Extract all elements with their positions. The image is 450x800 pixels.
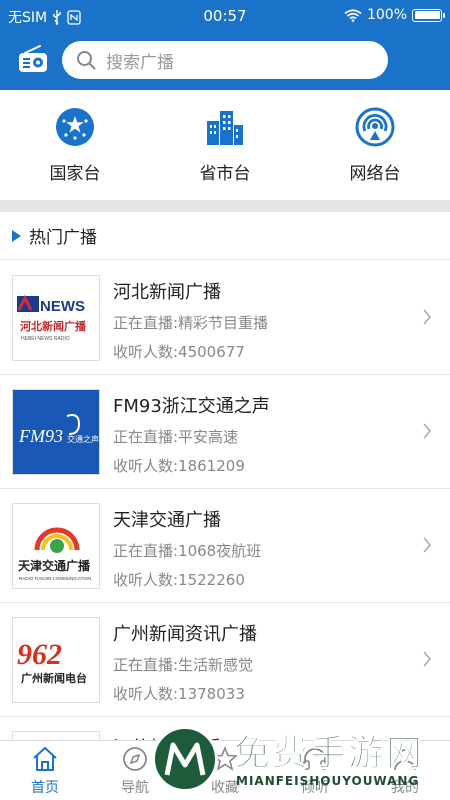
logo-sub: 广州新闻电台 (21, 671, 87, 685)
station-row[interactable]: 天津交通广播 RADIO TIANJIN COMMUNICATION 天津交通广… (0, 489, 450, 603)
category-label: 省市台 (199, 164, 251, 184)
buildings-icon (207, 111, 243, 145)
station-logo: 天津交通广播 RADIO TIANJIN COMMUNICATION (12, 503, 100, 589)
chevron-right-icon (423, 423, 431, 439)
station-row[interactable]: NEWS 河北新闻广播 HEBEI NEWS RADIO 河北新闻广播 正在直播… (0, 261, 450, 375)
watermark-logo (152, 726, 218, 792)
station-listeners: 收听人数:1378033 (113, 685, 245, 703)
battery-text: 100% (366, 7, 407, 23)
status-bar: 无SIM 00:57 100% (0, 0, 450, 30)
search-input[interactable]: 搜索广播 (62, 41, 388, 79)
logo-text: 962 (17, 638, 62, 671)
watermark-subtitle: MIANFEISHOUYOUWANG (236, 774, 420, 788)
tab-label: 首页 (31, 780, 59, 796)
status-right: 100% (344, 7, 445, 23)
fm93-logo: FM93 交通之声 (13, 390, 99, 474)
hebei-news-logo: NEWS 河北新闻广播 HEBEI NEWS RADIO (13, 276, 99, 360)
radio-icon[interactable] (18, 44, 48, 74)
station-row[interactable]: FM93 交通之声 FM93浙江交通之声 正在直播:平安高速 收听人数:1861… (0, 375, 450, 489)
category-network[interactable]: 网络台 (300, 90, 450, 200)
station-logo: NEWS 河北新闻广播 HEBEI NEWS RADIO (12, 275, 100, 361)
station-row[interactable]: 962 广州新闻电台 广州新闻资讯广播 正在直播:生活新感觉 收听人数:1378… (0, 603, 450, 717)
logo-text: FM93 (18, 426, 63, 446)
category-national[interactable]: 国家台 (0, 90, 150, 200)
station-list: NEWS 河北新闻广播 HEBEI NEWS RADIO 河北新闻广播 正在直播… (0, 261, 450, 800)
category-label: 网络台 (349, 164, 401, 184)
guangzhou-news-logo: 962 广州新闻电台 (13, 618, 99, 702)
search-icon (77, 51, 96, 70)
wifi-icon (344, 8, 362, 22)
station-name: 河北新闻广播 (113, 282, 221, 303)
station-name: 天津交通广播 (113, 510, 221, 531)
category-province-city[interactable]: 省市台 (150, 90, 300, 200)
chevron-right-icon (423, 537, 431, 553)
logo-caption: RADIO TIANJIN COMMUNICATION (19, 576, 91, 581)
station-listeners: 收听人数:1861209 (113, 457, 245, 475)
signal-broadcast-icon (355, 107, 395, 147)
watermark-m-icon (164, 742, 206, 776)
watermark-title: 免费手游网 (233, 733, 425, 775)
section-title: 热门广播 (29, 228, 97, 248)
battery-fill (414, 11, 440, 19)
logo-caption: HEBEI NEWS RADIO (21, 336, 70, 342)
watermark: 免费手游网 MIANFEISHOUYOUWANG (150, 722, 450, 800)
tab-label: 导航 (121, 780, 149, 796)
logo-sub: 河北新闻广播 (20, 319, 87, 333)
station-live: 正在直播:1068夜航班 (113, 542, 262, 560)
station-live: 正在直播:精彩节目重播 (113, 314, 269, 332)
compass-icon (123, 747, 147, 771)
station-live: 正在直播:平安高速 (113, 428, 239, 446)
category-row: 国家台 省市台 网络台 (0, 90, 450, 200)
section-divider (0, 200, 450, 212)
chevron-right-icon (423, 309, 431, 325)
station-listeners: 收听人数:4500677 (113, 343, 245, 361)
tianjin-traffic-logo: 天津交通广播 RADIO TIANJIN COMMUNICATION (13, 504, 99, 588)
triangle-marker-icon (12, 229, 21, 242)
national-flag-icon (56, 108, 94, 146)
search-placeholder: 搜索广播 (106, 52, 174, 73)
top-bar: 搜索广播 (0, 30, 450, 90)
home-icon (33, 747, 57, 771)
section-header: 热门广播 (0, 212, 450, 260)
station-name: FM93浙江交通之声 (113, 396, 270, 417)
logo-text: 天津交通广播 (18, 558, 91, 573)
station-live: 正在直播:生活新感觉 (113, 656, 254, 674)
station-logo: 962 广州新闻电台 (12, 617, 100, 703)
logo-sub: 交通之声 (67, 434, 99, 444)
chevron-right-icon (423, 651, 431, 667)
category-label: 国家台 (49, 164, 101, 184)
station-name: 广州新闻资讯广播 (113, 624, 257, 645)
logo-text: NEWS (40, 298, 85, 315)
station-listeners: 收听人数:1522260 (113, 571, 245, 589)
tab-home[interactable]: 首页 (0, 741, 90, 800)
station-logo: FM93 交通之声 (12, 389, 100, 475)
battery-icon (412, 8, 445, 22)
